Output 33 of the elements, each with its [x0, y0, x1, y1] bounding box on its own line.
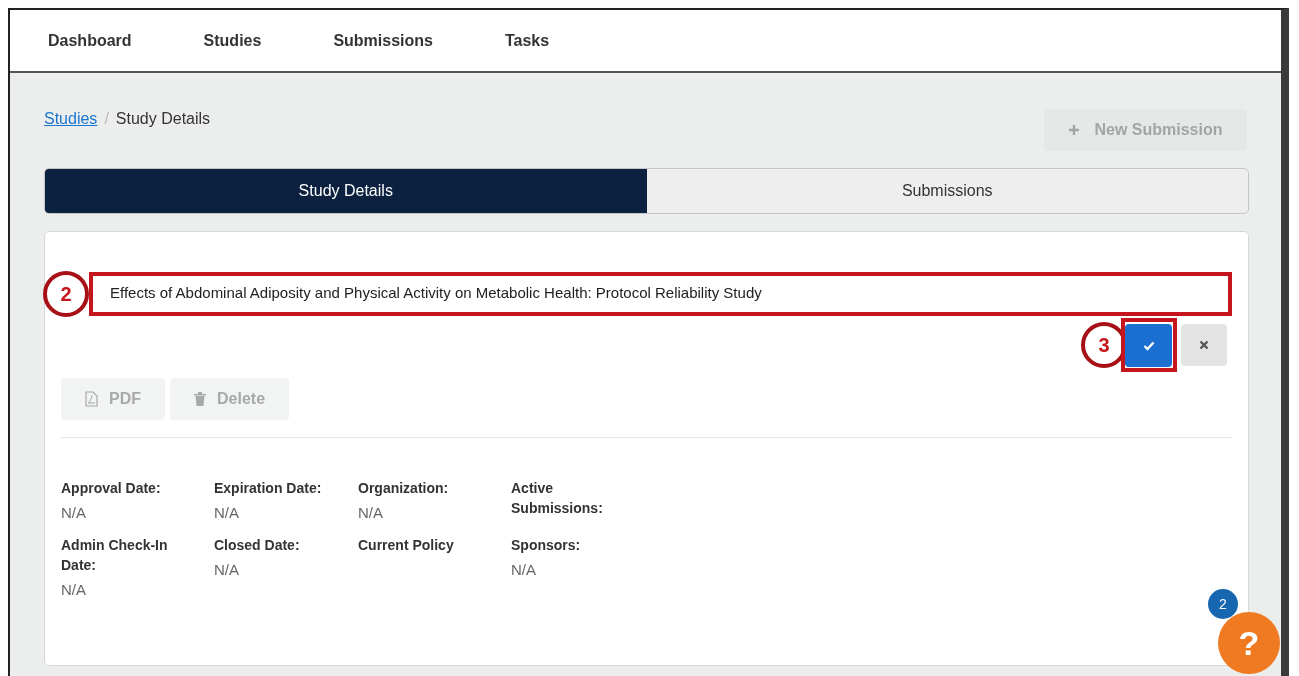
field-label: Sponsors: [511, 536, 582, 555]
tab[interactable]: Submissions [646, 169, 1248, 213]
nav-link[interactable]: Tasks [504, 31, 550, 50]
tab[interactable]: Study Details [45, 169, 647, 213]
confirm-button[interactable] [1125, 324, 1172, 367]
breadcrumb-separator: / [104, 110, 109, 128]
field-value: N/A [511, 561, 537, 578]
field-label: Approval Date: [61, 479, 162, 498]
trash-icon [194, 392, 206, 406]
document-icon [85, 391, 98, 407]
field-label: Active Submissions: [511, 479, 604, 518]
nav-link[interactable]: Submissions [333, 31, 433, 50]
field-label: Current Policy [358, 536, 455, 555]
nav-link[interactable]: Dashboard [48, 31, 132, 50]
field-value: N/A [61, 581, 87, 598]
breadcrumb-current: Study Details [115, 110, 211, 128]
field-label: Closed Date: [214, 536, 301, 555]
field-label: Organization: [358, 479, 450, 498]
field-label: Admin Check-In Date: [61, 536, 169, 575]
field-label: Expiration Date: [214, 479, 323, 498]
plus-icon [1068, 124, 1081, 136]
breadcrumb-link[interactable]: Studies [44, 110, 98, 128]
cancel-button[interactable] [1181, 324, 1227, 366]
title-input-field[interactable]: Effects of Abdominal Adiposity and Physical Activity on Metabolic Health: Protocol Reliability Study [89, 272, 1232, 316]
highlight-frame [1121, 318, 1177, 372]
field-value: N/A [214, 504, 240, 521]
field-value: N/A [358, 504, 384, 521]
field-value: N/A [61, 504, 87, 521]
close-icon [1199, 340, 1209, 350]
field-value: N/A [214, 561, 240, 578]
callout-number: 2 [43, 271, 89, 317]
nav-link[interactable]: Studies [203, 31, 262, 50]
checkmark-icon [1142, 340, 1155, 351]
